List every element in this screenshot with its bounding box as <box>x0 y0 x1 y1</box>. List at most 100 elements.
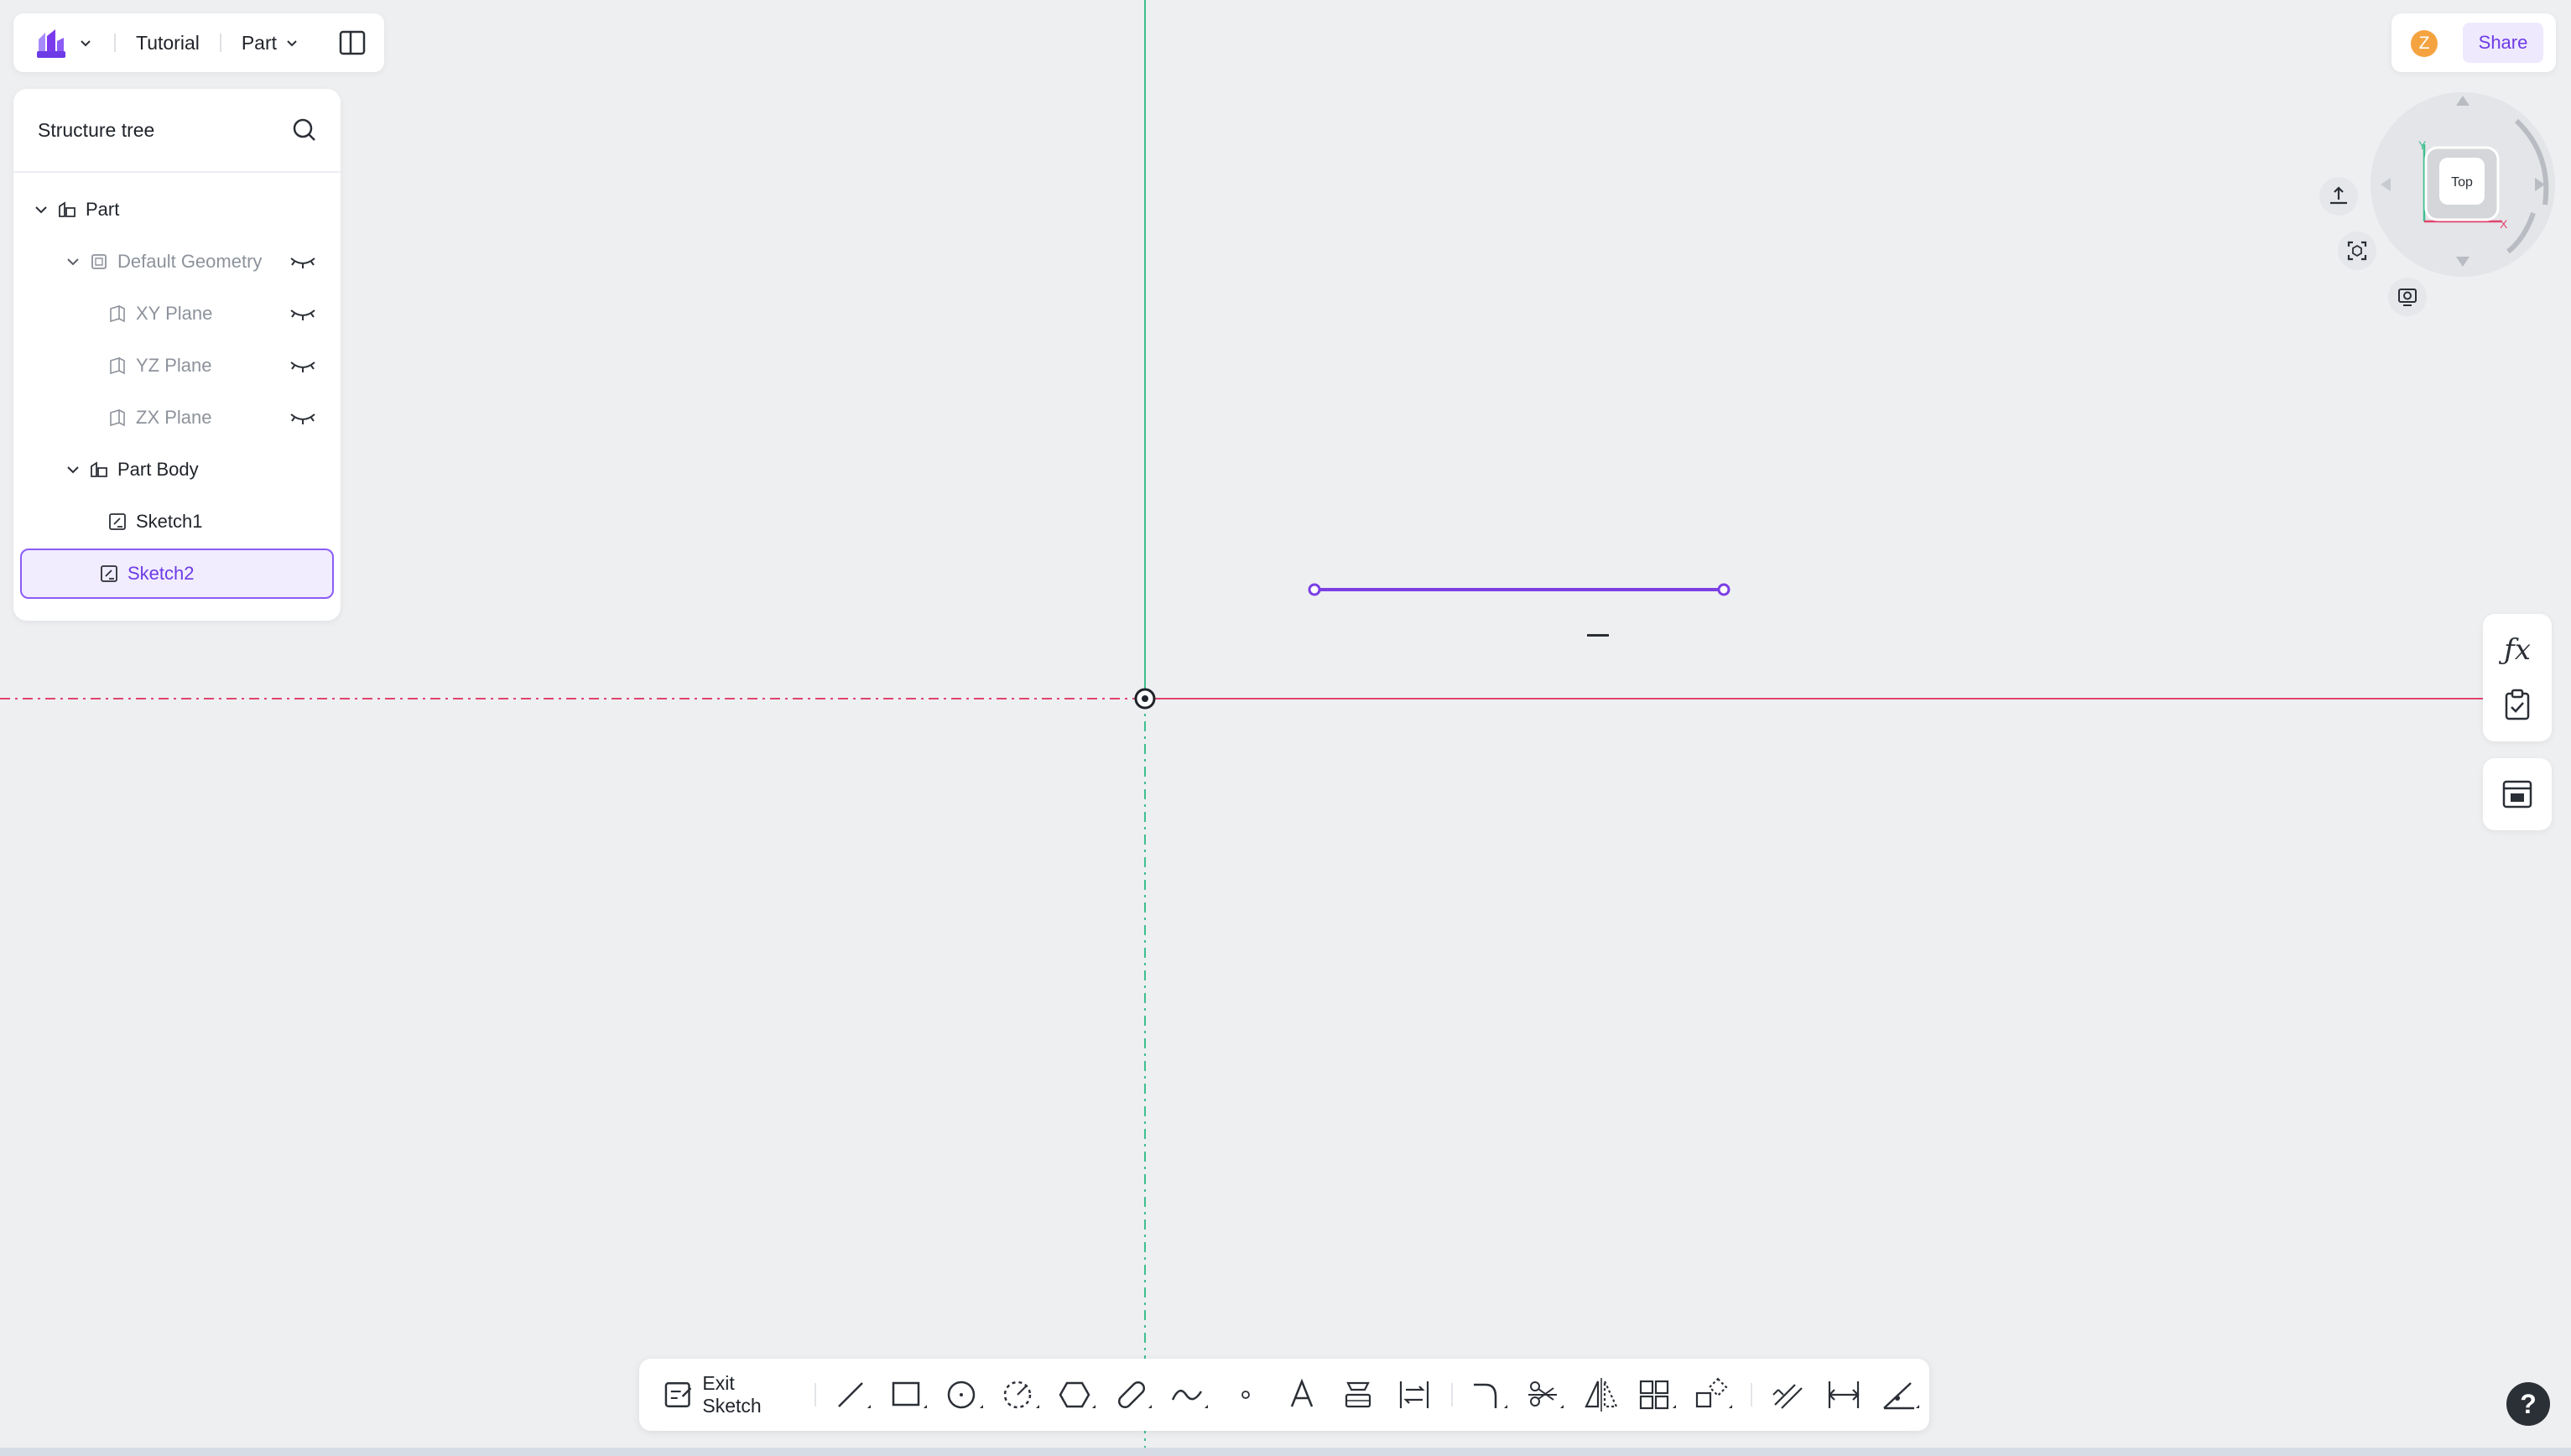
constraint-tool[interactable] <box>1873 1370 1929 1420</box>
tree-item-part-body[interactable]: Part Body <box>20 445 334 495</box>
table-icon <box>2502 780 2532 809</box>
chevron-down-icon[interactable] <box>64 460 82 479</box>
divider <box>219 34 221 52</box>
tree-item-part[interactable]: Part <box>20 185 334 235</box>
axis-y-label: Y <box>2418 138 2427 152</box>
tree-item-label: Sketch2 <box>128 563 195 584</box>
pattern-icon <box>1640 1380 1677 1410</box>
fillet-tool[interactable] <box>1461 1370 1517 1420</box>
project-tool[interactable] <box>1330 1370 1387 1420</box>
tree-item-default-geometry[interactable]: Default Geometry <box>20 237 334 287</box>
tree-item-label: XY Plane <box>136 303 213 324</box>
formula-button[interactable]: ƒx <box>2498 631 2537 669</box>
dimension-tool[interactable] <box>1817 1370 1873 1420</box>
panel-toggle-icon[interactable] <box>337 28 367 58</box>
search-icon[interactable] <box>290 116 319 144</box>
body-icon <box>91 461 107 477</box>
plane-icon <box>110 408 125 427</box>
divider <box>814 1383 816 1407</box>
check-button[interactable] <box>2498 686 2537 725</box>
sketch-icon <box>109 513 126 530</box>
align-plane-icon <box>2330 186 2347 205</box>
fillet-icon <box>1474 1383 1508 1408</box>
convert-icon <box>1400 1381 1429 1408</box>
help-button[interactable]: ? <box>2506 1382 2550 1426</box>
mode-label: Part <box>241 31 278 54</box>
cad-workspace: Tutorial Part Structure tree Part Defaul… <box>0 0 2571 1456</box>
exit-sketch-button[interactable]: Exit Sketch <box>663 1372 798 1417</box>
eye-closed-icon[interactable] <box>289 409 317 426</box>
arc-icon <box>1003 1381 1040 1409</box>
tree-header: Structure tree <box>13 89 341 173</box>
offset-icon <box>1772 1384 1803 1409</box>
text-tool[interactable] <box>1274 1370 1330 1420</box>
eye-closed-icon[interactable] <box>289 357 317 374</box>
tree-item-label: Default Geometry <box>117 251 263 272</box>
app-menu-button[interactable] <box>35 22 94 64</box>
line-tool[interactable] <box>825 1370 881 1420</box>
tree-item-label: Sketch1 <box>136 511 203 532</box>
plane-icon <box>110 304 125 323</box>
circle-tool[interactable] <box>937 1370 993 1420</box>
pattern-tool[interactable] <box>1630 1370 1686 1420</box>
display-mode-button[interactable] <box>2388 278 2427 316</box>
polygon-tool[interactable] <box>1049 1370 1106 1420</box>
eye-closed-icon[interactable] <box>289 305 317 322</box>
slot-tool[interactable] <box>1106 1370 1162 1420</box>
spline-tool[interactable] <box>1162 1370 1218 1420</box>
view-face-label[interactable]: Top <box>2451 175 2473 190</box>
trim-tool[interactable] <box>1517 1370 1574 1420</box>
transform-tool[interactable] <box>1686 1370 1742 1420</box>
share-bar: Z Share <box>2391 13 2556 72</box>
share-button[interactable]: Share <box>2463 23 2543 63</box>
mode-selector[interactable]: Part <box>242 32 300 55</box>
line-start-point[interactable] <box>1308 583 1321 596</box>
project-name[interactable]: Tutorial <box>136 32 200 55</box>
line-end-point[interactable] <box>1717 583 1730 596</box>
display-mode-icon <box>2398 289 2417 306</box>
origin-marker[interactable] <box>1134 688 1156 710</box>
rectangle-tool[interactable] <box>881 1370 937 1420</box>
eye-closed-icon[interactable] <box>289 253 317 270</box>
mirror-tool[interactable] <box>1574 1370 1630 1420</box>
point-tool[interactable] <box>1218 1370 1274 1420</box>
geometry-icon <box>91 254 107 269</box>
tree-item-xy-plane[interactable]: XY Plane <box>20 289 334 339</box>
arc-tool[interactable] <box>993 1370 1049 1420</box>
sketch-line[interactable] <box>1308 583 1730 596</box>
tree-item-sketch2[interactable]: Sketch2 <box>20 549 334 599</box>
axis-x-label: X <box>2500 217 2508 231</box>
tree-item-label: Part Body <box>117 459 199 480</box>
rectangle-icon <box>892 1381 928 1408</box>
transform-icon <box>1696 1377 1733 1408</box>
chevron-down-icon[interactable] <box>64 252 82 271</box>
table-button[interactable] <box>2498 775 2537 814</box>
chevron-down-icon <box>81 40 91 47</box>
chevron-down-icon[interactable] <box>32 200 50 219</box>
project-icon <box>1345 1381 1371 1408</box>
structure-tree-panel: Structure tree Part Default Geometry XY … <box>13 89 341 621</box>
sketch-canvas[interactable] <box>0 0 2571 1456</box>
side-tools-panel: ƒx <box>2483 614 2552 741</box>
sketch-icon <box>101 565 117 582</box>
horizontal-constraint-marker[interactable] <box>1587 634 1609 637</box>
offset-tool[interactable] <box>1761 1370 1817 1420</box>
top-toolbar: Tutorial Part <box>13 13 384 72</box>
view-cube[interactable]: Y X Top <box>2365 87 2560 282</box>
convert-tool[interactable] <box>1387 1370 1443 1420</box>
tree-item-zx-plane[interactable]: ZX Plane <box>20 393 334 443</box>
polygon-icon <box>1059 1381 1096 1408</box>
normal-to-plane-button[interactable] <box>2319 177 2358 216</box>
mirror-icon <box>1585 1378 1619 1412</box>
tree-item-label: Part <box>86 199 120 220</box>
tree-item-sketch1[interactable]: Sketch1 <box>20 497 334 547</box>
point-icon <box>1241 1391 1251 1399</box>
divider <box>1750 1383 1752 1407</box>
dimension-icon <box>1828 1381 1860 1408</box>
fit-view-button[interactable] <box>2338 231 2376 270</box>
fit-view-icon <box>2347 241 2367 261</box>
circle-icon <box>947 1381 984 1409</box>
formula-icon: ƒx <box>2504 633 2531 667</box>
avatar[interactable]: Z <box>2411 30 2438 57</box>
tree-item-yz-plane[interactable]: YZ Plane <box>20 341 334 391</box>
